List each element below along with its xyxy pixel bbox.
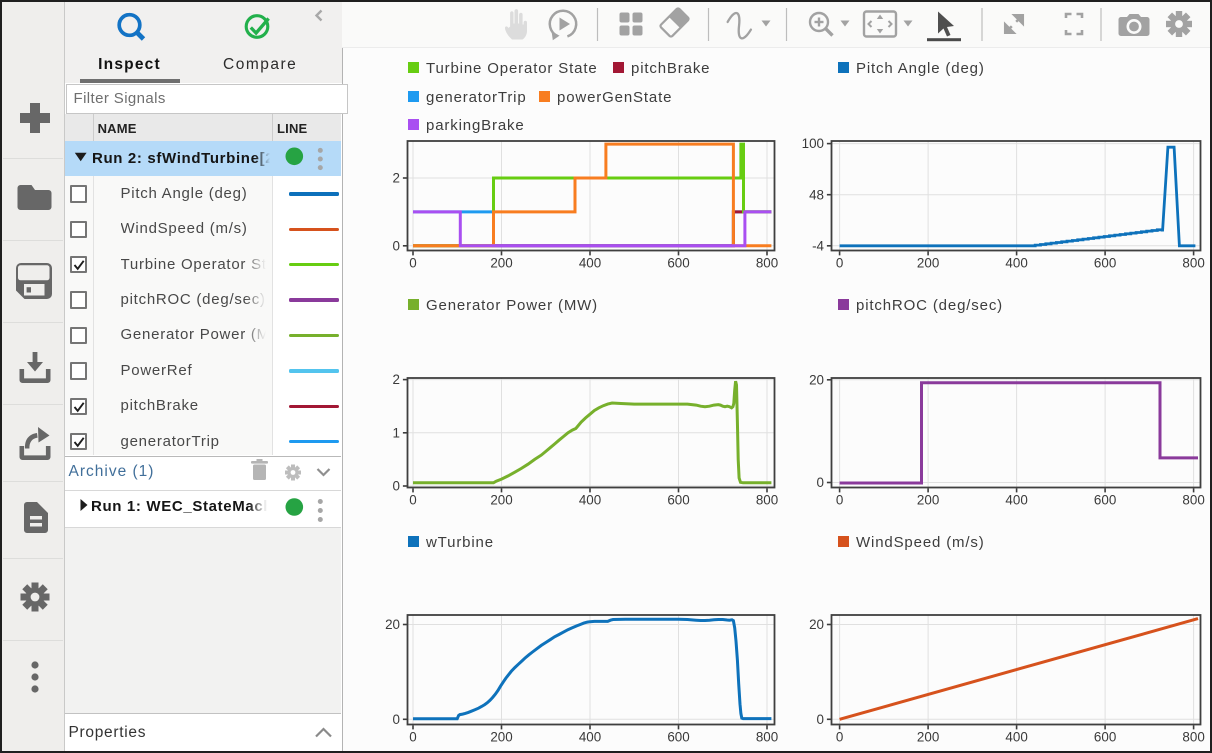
svg-text:0: 0 [409, 730, 416, 745]
svg-text:400: 400 [579, 730, 601, 745]
svg-text:800: 800 [756, 256, 778, 271]
svg-text:400: 400 [1005, 256, 1027, 271]
svg-text:600: 600 [1094, 493, 1116, 508]
svg-text:200: 200 [490, 493, 512, 508]
svg-text:400: 400 [579, 256, 601, 271]
svg-text:200: 200 [917, 493, 939, 508]
svg-text:600: 600 [1094, 256, 1116, 271]
svg-text:0: 0 [836, 730, 843, 745]
svg-text:20: 20 [385, 617, 400, 632]
svg-text:800: 800 [1182, 730, 1204, 745]
svg-text:2: 2 [393, 372, 400, 387]
svg-text:-4: -4 [812, 238, 824, 253]
svg-text:800: 800 [1182, 493, 1204, 508]
svg-text:20: 20 [809, 372, 824, 387]
svg-text:400: 400 [1005, 730, 1027, 745]
svg-text:100: 100 [802, 136, 824, 151]
svg-text:0: 0 [817, 475, 824, 490]
svg-text:600: 600 [667, 256, 689, 271]
svg-text:0: 0 [817, 712, 824, 727]
svg-text:0: 0 [836, 256, 843, 271]
svg-text:48: 48 [809, 187, 824, 202]
svg-text:600: 600 [1094, 730, 1116, 745]
svg-text:200: 200 [490, 256, 512, 271]
svg-text:400: 400 [579, 493, 601, 508]
svg-text:600: 600 [667, 493, 689, 508]
svg-text:600: 600 [667, 730, 689, 745]
svg-text:0: 0 [393, 712, 400, 727]
svg-text:0: 0 [393, 238, 400, 253]
svg-text:1: 1 [393, 425, 400, 440]
svg-text:800: 800 [1182, 256, 1204, 271]
svg-text:400: 400 [1005, 493, 1027, 508]
svg-text:800: 800 [756, 730, 778, 745]
svg-text:800: 800 [756, 493, 778, 508]
svg-text:0: 0 [409, 493, 416, 508]
svg-text:200: 200 [490, 730, 512, 745]
svg-text:0: 0 [836, 493, 843, 508]
svg-text:0: 0 [393, 479, 400, 494]
svg-text:20: 20 [809, 617, 824, 632]
svg-text:2: 2 [393, 171, 400, 186]
svg-text:200: 200 [917, 256, 939, 271]
svg-text:0: 0 [409, 256, 416, 271]
svg-text:200: 200 [917, 730, 939, 745]
